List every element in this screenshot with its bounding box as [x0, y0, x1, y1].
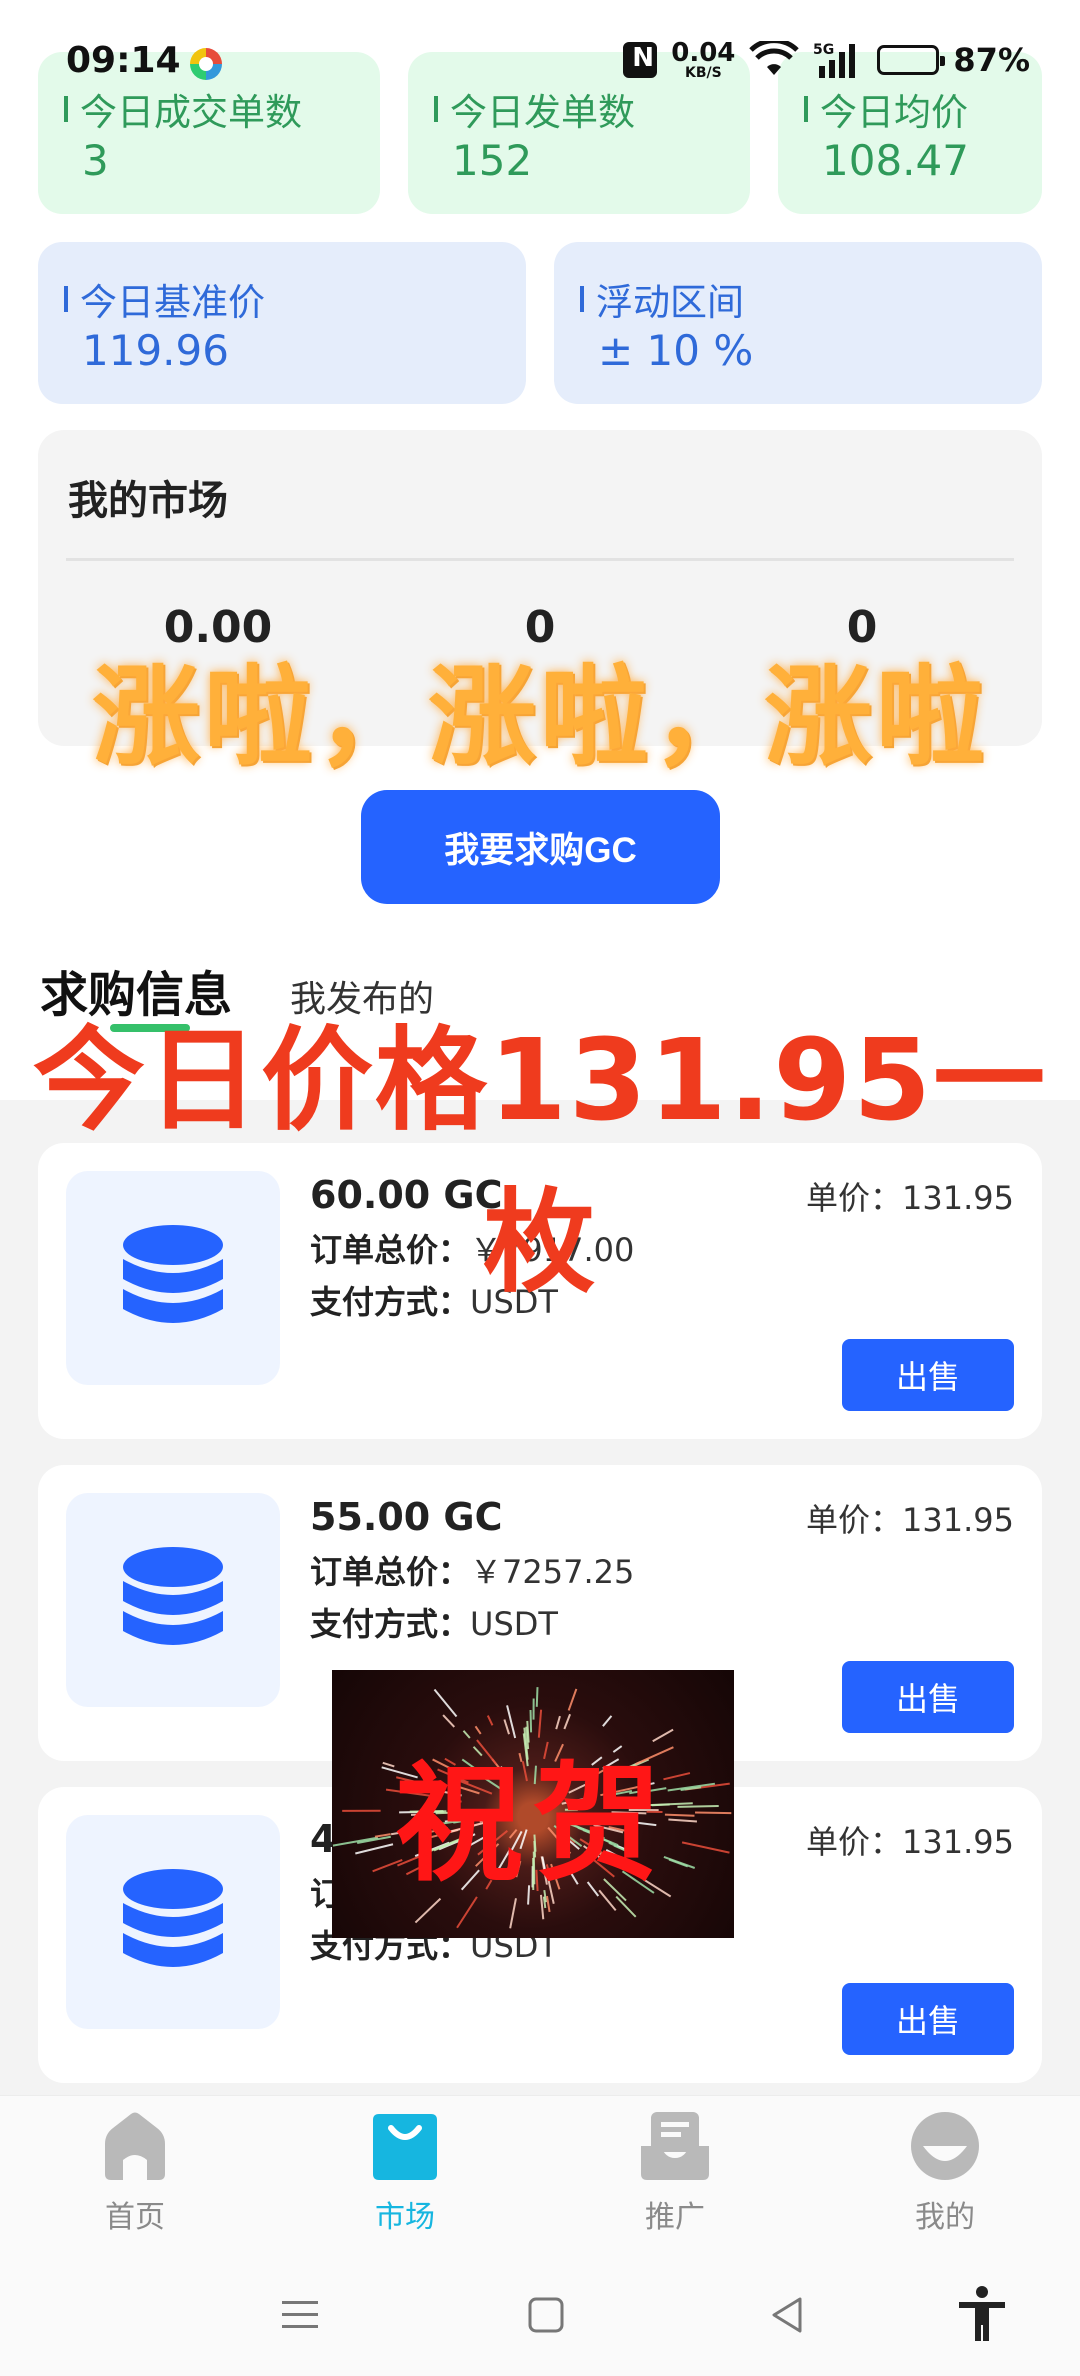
nav-label: 首页	[105, 2200, 165, 2235]
mail-tray-icon	[641, 2112, 709, 2180]
order-unit-value: 131.95	[902, 1823, 1014, 1861]
profile-icon	[911, 2112, 979, 2180]
app-notification-icon	[190, 48, 222, 80]
nav-item-promote[interactable]: 推广	[585, 2110, 765, 2236]
stat-value: 152	[452, 136, 533, 185]
wifi-icon	[749, 41, 800, 79]
coin-stack-icon	[123, 1869, 223, 1967]
label-marker	[64, 286, 68, 312]
sell-button[interactable]: 出售	[842, 1661, 1014, 1733]
menu-icon[interactable]	[278, 2293, 322, 2337]
overlay-price-text: 今日价格131.95一枚	[32, 1016, 1048, 1308]
nfc-icon	[623, 42, 658, 78]
nav-item-mine[interactable]: 我的	[855, 2110, 1035, 2236]
order-thumbnail	[66, 1493, 280, 1707]
order-unit-price: 单价：131.95	[806, 1817, 1014, 1863]
order-payment-label: 支付方式：	[310, 1605, 471, 1643]
stat-label: 浮动区间	[596, 281, 744, 324]
order-total-label: 订单总价：	[310, 1553, 471, 1591]
order-payment: 支付方式：USDT	[310, 1599, 558, 1645]
stat-label: 今日基准价	[80, 281, 265, 324]
cellular-signal-icon: 5G	[813, 40, 863, 80]
nav-item-home[interactable]: 首页	[45, 2110, 225, 2236]
nav-label: 市场	[375, 2200, 435, 2235]
network-speed-unit: KB/S	[684, 65, 722, 81]
market-title: 我的市场	[68, 478, 228, 524]
stat-value: 3	[82, 136, 109, 185]
firework-spark	[535, 1687, 539, 1707]
battery-percent: 87%	[953, 41, 1030, 79]
stat-value: 119.96	[82, 326, 229, 375]
stat-card-base-price: 今日基准价 119.96	[38, 242, 526, 404]
accessibility-icon[interactable]	[956, 2285, 1008, 2345]
stat-card-float-range: 浮动区间 ± 10 %	[554, 242, 1042, 404]
label-marker	[580, 286, 584, 312]
network-speed-value: 0.04	[671, 38, 736, 68]
firework-spark	[567, 1688, 578, 1711]
nav-label: 推广	[645, 2200, 705, 2235]
request-buy-gc-button[interactable]: 我要求购GC	[361, 790, 720, 904]
firework-spark	[433, 1688, 458, 1718]
order-unit-label: 单价：	[806, 1823, 903, 1861]
nav-item-market[interactable]: 市场	[315, 2110, 495, 2236]
coin-stack-icon	[123, 1547, 223, 1645]
firework-celebration-image: 祝贺	[332, 1670, 734, 1938]
nav-label: 我的	[915, 2200, 975, 2235]
network-type-label: 5G	[813, 42, 834, 58]
status-time: 09:14	[66, 40, 181, 81]
overlay-cheer-text: 涨啦，涨啦，涨啦	[91, 655, 988, 780]
sell-button[interactable]: 出售	[842, 1339, 1014, 1411]
celebrate-text: 祝贺	[394, 1750, 671, 1899]
status-indicators: 0.04 KB/S 5G 87%	[623, 40, 1030, 80]
stat-value: 108.47	[822, 136, 969, 185]
order-unit-value: 131.95	[902, 1501, 1014, 1539]
order-amount: 55.00 GC	[310, 1495, 503, 1539]
order-total: 订单总价：￥7257.25	[310, 1547, 634, 1593]
system-navigation-bar	[0, 2265, 1080, 2376]
order-unit-price: 单价：131.95	[806, 1495, 1014, 1541]
stat-value: ± 10 %	[598, 326, 754, 375]
sell-button[interactable]: 出售	[842, 1983, 1014, 2055]
order-thumbnail	[66, 1815, 280, 2029]
order-total-value: ￥7257.25	[470, 1553, 635, 1591]
back-triangle-icon[interactable]	[766, 2293, 810, 2337]
order-unit-label: 单价：	[806, 1501, 903, 1539]
divider	[66, 558, 1014, 561]
network-speed: 0.04 KB/S	[671, 40, 735, 80]
bottom-navigation: 首页 市场 推广 我的	[0, 2095, 1080, 2265]
home-square-icon[interactable]	[524, 2293, 568, 2337]
order-payment-value: USDT	[470, 1605, 558, 1643]
home-icon	[105, 2112, 165, 2180]
shopping-bag-icon	[373, 2114, 437, 2180]
status-bar: 09:14 0.04 KB/S 5G 87%	[0, 0, 1080, 130]
battery-icon	[877, 45, 946, 75]
